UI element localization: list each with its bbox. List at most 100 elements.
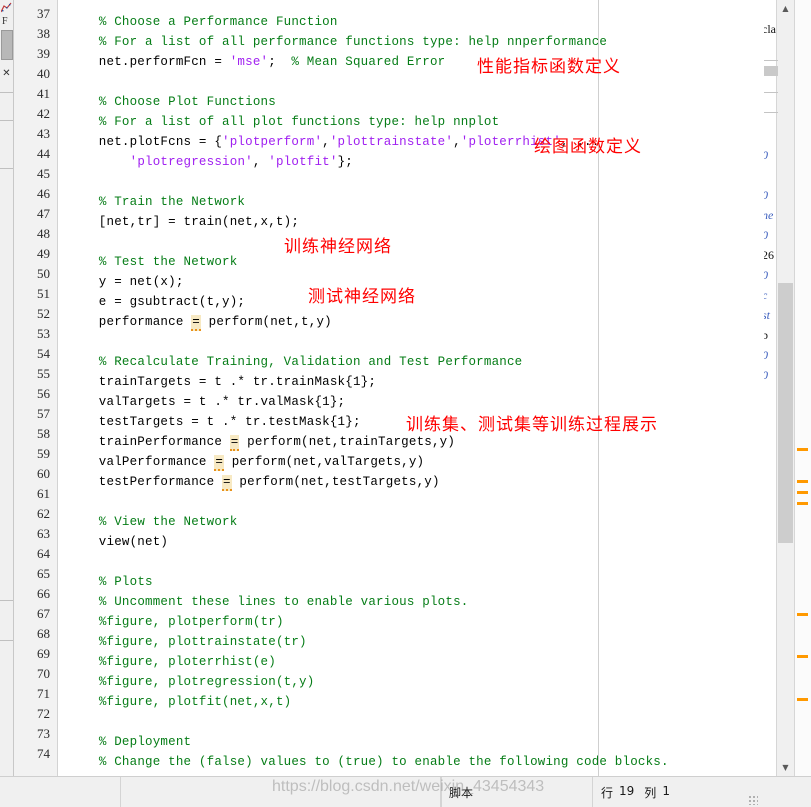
figure-label: F — [2, 16, 8, 27]
scrollbar-thumb[interactable] — [778, 283, 793, 543]
analyzer-warning-token: = — [214, 455, 225, 471]
code-line[interactable]: %figure, plotperform(tr) — [68, 612, 776, 632]
status-bar: 脚本 行 19 列 1 — [0, 776, 811, 807]
code-line[interactable]: % Change the (false) values to (true) to… — [68, 752, 776, 772]
scroll-down-button[interactable]: ▼ — [777, 759, 794, 776]
code-line[interactable] — [68, 332, 776, 352]
left-strip-scroll-thumb[interactable] — [1, 30, 13, 60]
code-line[interactable]: % Choose Plot Functions — [68, 92, 776, 112]
analyzer-warning-mark[interactable] — [797, 491, 808, 494]
code-line[interactable]: % Deployment — [68, 732, 776, 752]
line-number: 48 — [37, 226, 50, 241]
line-number: 39 — [37, 46, 50, 61]
line-number: 46 — [37, 186, 50, 201]
column-value: 1 — [662, 783, 670, 798]
analyzer-warning-mark[interactable] — [797, 698, 808, 701]
line-number: 65 — [37, 566, 50, 581]
line-number: 44 — [37, 146, 50, 161]
code-line[interactable]: % Recalculate Training, Validation and T… — [68, 352, 776, 372]
code-line[interactable]: % View the Network — [68, 512, 776, 532]
matlab-editor-window: F ✕ 363738394041424344454647484950515253… — [0, 0, 811, 807]
analyzer-warning-mark[interactable] — [797, 480, 808, 483]
line-number: 67 — [37, 606, 50, 621]
file-type-label: 脚本 — [449, 785, 474, 800]
code-line[interactable] — [68, 0, 776, 12]
code-line[interactable]: % Test the Network — [68, 252, 776, 272]
code-line[interactable]: [net,tr] = train(net,x,t); — [68, 212, 776, 232]
line-number: 57 — [37, 406, 50, 421]
analyzer-warning-mark[interactable] — [797, 502, 808, 505]
code-line[interactable]: testPerformance = perform(net,testTarget… — [68, 472, 776, 492]
code-line[interactable]: net.performFcn = 'mse'; % Mean Squared E… — [68, 52, 776, 72]
line-number: 72 — [37, 706, 50, 721]
line-number: 71 — [37, 686, 50, 701]
code-line[interactable]: y = net(x); — [68, 272, 776, 292]
analyzer-warning-token: = — [229, 435, 240, 451]
code-line[interactable]: %figure, plottrainstate(tr) — [68, 632, 776, 652]
right-margin-guide — [598, 0, 599, 776]
code-line[interactable]: net.plotFcns = {'plotperform','plottrain… — [68, 132, 776, 152]
code-line[interactable]: valTargets = t .* tr.valMask{1}; — [68, 392, 776, 412]
code-line[interactable]: view(net) — [68, 532, 776, 552]
line-number: 52 — [37, 306, 50, 321]
code-line[interactable]: 'plotregression', 'plotfit'}; — [68, 152, 776, 172]
line-number: 70 — [37, 666, 50, 681]
line-number: 62 — [37, 506, 50, 521]
column-indicator: 列 1 — [644, 784, 670, 801]
line-number: 68 — [37, 626, 50, 641]
code-text[interactable]: % Choose a Performance Function % For a … — [58, 0, 776, 776]
code-line[interactable]: % For a list of all performance function… — [68, 32, 776, 52]
line-number: 49 — [37, 246, 50, 261]
code-line[interactable]: %figure, plotregression(t,y) — [68, 672, 776, 692]
line-number: 74 — [37, 746, 50, 761]
line-number: 41 — [37, 86, 50, 101]
code-line[interactable]: % Choose a Performance Function — [68, 12, 776, 32]
vertical-scrollbar[interactable]: cla00ne0260cstb00 ▲ ▼ — [764, 0, 794, 776]
code-line[interactable]: %figure, ploterrhist(e) — [68, 652, 776, 672]
code-annotation: 训练神经网络 — [284, 237, 392, 257]
resize-grip[interactable] — [744, 777, 760, 807]
line-number: 43 — [37, 126, 50, 141]
code-line[interactable] — [68, 552, 776, 572]
scroll-up-button[interactable]: ▲ — [777, 0, 794, 17]
line-number: 58 — [37, 426, 50, 441]
code-line[interactable]: performance = perform(net,t,y) — [68, 312, 776, 332]
line-number-gutter: 3637383940414243444546474849505152535455… — [14, 0, 58, 776]
line-number: 51 — [37, 286, 50, 301]
line-number: 50 — [37, 266, 50, 281]
close-panel-icon[interactable]: ✕ — [1, 68, 12, 79]
file-type-indicator[interactable]: 脚本 — [440, 777, 592, 807]
code-line[interactable]: e = gsubtract(t,y); — [68, 292, 776, 312]
line-number: 40 — [37, 66, 50, 81]
code-editor-pane[interactable]: % Choose a Performance Function % For a … — [58, 0, 776, 776]
code-line[interactable] — [68, 232, 776, 252]
line-number: 38 — [37, 26, 50, 41]
code-line[interactable]: %figure, plotfit(net,x,t) — [68, 692, 776, 712]
code-line[interactable] — [68, 712, 776, 732]
code-analyzer-ribbon[interactable] — [794, 0, 811, 776]
code-line[interactable]: % For a list of all plot functions type:… — [68, 112, 776, 132]
analyzer-warning-mark[interactable] — [797, 448, 808, 451]
code-line[interactable] — [68, 72, 776, 92]
code-line[interactable]: % Plots — [68, 572, 776, 592]
row-label: 行 — [601, 785, 614, 800]
code-line[interactable] — [68, 172, 776, 192]
code-line[interactable]: valPerformance = perform(net,valTargets,… — [68, 452, 776, 472]
left-tool-strip[interactable]: F ✕ — [0, 0, 14, 776]
line-number: 55 — [37, 366, 50, 381]
code-line[interactable]: % Uncomment these lines to enable variou… — [68, 592, 776, 612]
code-line[interactable]: trainPerformance = perform(net,trainTarg… — [68, 432, 776, 452]
code-annotation: 性能指标函数定义 — [477, 57, 621, 77]
analyzer-warning-mark[interactable] — [797, 613, 808, 616]
code-line[interactable]: trainTargets = t .* tr.trainMask{1}; — [68, 372, 776, 392]
line-number: 42 — [37, 106, 50, 121]
analyzer-warning-mark[interactable] — [797, 655, 808, 658]
row-value: 19 — [619, 783, 635, 798]
line-number: 63 — [37, 526, 50, 541]
line-number: 56 — [37, 386, 50, 401]
line-number: 45 — [37, 166, 50, 181]
analyzer-warning-token: = — [191, 315, 201, 331]
line-number: 37 — [37, 6, 50, 21]
code-line[interactable] — [68, 492, 776, 512]
code-line[interactable]: % Train the Network — [68, 192, 776, 212]
